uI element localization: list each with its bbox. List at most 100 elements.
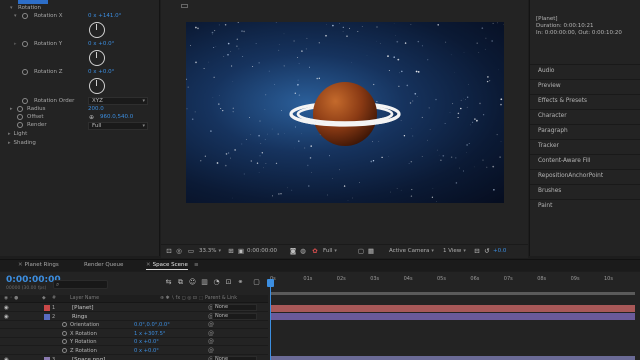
twirl-icon[interactable]: ▸ bbox=[8, 140, 11, 146]
panel-brushes[interactable]: Brushes bbox=[530, 184, 640, 199]
label-color-swatch[interactable] bbox=[44, 313, 50, 320]
stopwatch-icon[interactable] bbox=[22, 69, 28, 75]
stopwatch-icon[interactable] bbox=[17, 114, 23, 120]
pickwhip-icon[interactable]: @ bbox=[208, 321, 214, 329]
property-value[interactable]: 1 x +307.5° bbox=[134, 330, 165, 338]
shy-icon[interactable]: ☺ bbox=[188, 278, 197, 287]
resolution-select[interactable]: Full ▾ bbox=[323, 247, 337, 256]
label-color-swatch[interactable] bbox=[44, 356, 50, 360]
safe-zones-icon[interactable]: ▣ bbox=[237, 248, 245, 255]
panel-paint[interactable]: Paint bbox=[530, 199, 640, 214]
layer-duration-bar[interactable] bbox=[270, 313, 635, 321]
tab-planet-rings[interactable]: ✕ Planet Rings bbox=[18, 262, 59, 268]
panel-preview[interactable]: Preview bbox=[530, 79, 640, 94]
toggle-pixel-icon[interactable]: ⊟ bbox=[473, 248, 481, 255]
layer-name[interactable]: Rings bbox=[72, 313, 87, 321]
exposure-value[interactable]: +0.0 bbox=[493, 247, 506, 256]
stopwatch-icon[interactable] bbox=[62, 348, 67, 353]
link-icon[interactable]: ⚭ bbox=[236, 278, 245, 287]
panel-paragraph[interactable]: Paragraph bbox=[530, 124, 640, 139]
panel-repositionanchorpoint[interactable]: RepositionAnchorPoint bbox=[530, 169, 640, 184]
zoom-select[interactable]: 33.3% ▾ bbox=[199, 247, 221, 256]
visibility-eye-icon[interactable]: ◉ bbox=[4, 357, 9, 360]
comp-flowchart-icon[interactable] bbox=[181, 4, 188, 8]
stopwatch-icon[interactable] bbox=[17, 106, 23, 112]
work-area-bar[interactable] bbox=[270, 292, 635, 295]
time-ruler[interactable]: 0s01s02s03s04s05s06s07s08s09s10s bbox=[268, 276, 640, 286]
motion-blur-icon[interactable]: ◔ bbox=[212, 278, 221, 287]
property-row[interactable]: X Rotation 1 x +307.5° @ bbox=[0, 330, 268, 338]
snapshot-icon[interactable]: ◙ bbox=[289, 248, 297, 255]
stopwatch-icon[interactable] bbox=[22, 13, 28, 19]
grid-icon[interactable]: ⊞ bbox=[227, 248, 235, 255]
tab-menu-icon[interactable]: ≡ bbox=[194, 262, 199, 268]
panel-audio[interactable]: Audio bbox=[530, 64, 640, 79]
mask-icon[interactable]: ▭ bbox=[187, 248, 195, 255]
visibility-eye-icon[interactable]: ◉ bbox=[4, 305, 9, 311]
layer-name[interactable]: [Space.png] bbox=[72, 356, 105, 360]
color-channel-icon[interactable]: ✿ bbox=[311, 248, 319, 255]
visibility-eye-icon[interactable]: ◉ bbox=[4, 314, 9, 320]
comp-mini-flowchart-icon[interactable]: ⇆ bbox=[164, 278, 173, 287]
pickwhip-icon[interactable]: @ bbox=[208, 338, 214, 346]
property-row[interactable]: Z Rotation 0 x +0.0° @ bbox=[0, 347, 268, 355]
panel-tracker[interactable]: Tracker bbox=[530, 139, 640, 154]
tab-render-queue[interactable]: Render Queue bbox=[84, 262, 123, 268]
layer-row[interactable]: ◉ 3 [Space.png] @ None bbox=[0, 355, 268, 360]
stopwatch-icon[interactable] bbox=[22, 98, 28, 104]
region-of-interest-icon[interactable]: ▢ bbox=[357, 248, 365, 255]
twirl-open-icon[interactable]: ▾ bbox=[14, 13, 17, 19]
label-color-swatch[interactable] bbox=[44, 305, 50, 311]
property-value[interactable]: 0 x +0.0° bbox=[134, 338, 159, 346]
stopwatch-icon[interactable] bbox=[17, 122, 23, 128]
stopwatch-icon[interactable] bbox=[62, 322, 67, 328]
solo-icon[interactable]: ▢ bbox=[252, 278, 261, 287]
effect-row-rotation-y[interactable]: ▸ Rotation Y 0 x +0.0° bbox=[0, 40, 158, 49]
parent-select[interactable]: None bbox=[212, 312, 257, 320]
stopwatch-icon[interactable] bbox=[62, 330, 67, 336]
parent-select[interactable]: None bbox=[212, 304, 257, 311]
show-snapshot-icon[interactable]: ◍ bbox=[299, 248, 307, 255]
twirl-icon[interactable]: ▸ bbox=[14, 41, 17, 47]
layer-duration-bar[interactable] bbox=[270, 356, 635, 360]
reset-exposure-icon[interactable]: ↺ bbox=[483, 248, 491, 255]
layer-name[interactable]: [Planet] bbox=[72, 304, 94, 312]
panel-effects-presets[interactable]: Effects & Presets bbox=[530, 94, 640, 109]
effect-row-rotation-z[interactable]: Rotation Z 0 x +0.0° bbox=[0, 68, 158, 77]
camera-select[interactable]: Active Camera ▾ bbox=[389, 247, 434, 256]
crosshair-icon[interactable]: ⊕ bbox=[89, 114, 94, 121]
twirl-open-icon[interactable]: ▾ bbox=[10, 5, 13, 11]
property-row[interactable]: Y Rotation 0 x +0.0° @ bbox=[0, 338, 268, 347]
magnify-icon[interactable]: ◎ bbox=[175, 248, 183, 255]
pickwhip-icon[interactable]: @ bbox=[208, 347, 214, 355]
transparency-grid-icon[interactable]: ▦ bbox=[367, 248, 375, 255]
panel-character[interactable]: Character bbox=[530, 109, 640, 124]
property-value[interactable]: 0.0°,0.0°,0.0° bbox=[134, 321, 170, 329]
twirl-icon[interactable]: ▸ bbox=[10, 106, 13, 112]
layer-search-input[interactable]: ⌕ bbox=[53, 280, 108, 289]
rotation-y-dial[interactable] bbox=[89, 50, 105, 66]
view-layout-select[interactable]: 1 View ▾ bbox=[443, 247, 466, 256]
stopwatch-icon[interactable] bbox=[22, 41, 28, 47]
panel-content-aware-fill[interactable]: Content-Aware Fill bbox=[530, 154, 640, 169]
layer-duration-bar[interactable] bbox=[270, 304, 635, 312]
effect-section-shading[interactable]: ▸ Shading bbox=[8, 140, 36, 146]
render-select[interactable]: Full ▾ bbox=[88, 122, 148, 130]
stopwatch-icon[interactable] bbox=[62, 339, 67, 345]
rotation-x-dial[interactable] bbox=[89, 22, 105, 38]
layer-row[interactable]: ◉ 1 [Planet] @ None bbox=[0, 304, 268, 312]
playhead-line[interactable] bbox=[270, 279, 271, 360]
twirl-icon[interactable]: ▸ bbox=[8, 131, 11, 137]
graph-editor-icon[interactable]: ⊡ bbox=[224, 278, 233, 287]
rotation-order-select[interactable]: XYZ ▾ bbox=[88, 97, 148, 105]
effect-section-light[interactable]: ▸ Light bbox=[8, 131, 27, 137]
layer-row[interactable]: ◉ 2 Rings @ None bbox=[0, 312, 268, 321]
tab-space-scene[interactable]: ✕ Space Scene bbox=[146, 262, 188, 270]
frame-blending-icon[interactable]: ▥ bbox=[200, 278, 209, 287]
rotation-z-dial[interactable] bbox=[89, 78, 105, 94]
property-row[interactable]: Orientation 0.0°,0.0°,0.0° @ bbox=[0, 321, 268, 330]
pickwhip-icon[interactable]: @ bbox=[208, 330, 214, 338]
composition-canvas[interactable] bbox=[186, 22, 504, 203]
effect-row-rotation-x[interactable]: ▾ Rotation X 0 x +141.0° bbox=[0, 12, 158, 21]
draft-3d-icon[interactable]: ⧉ bbox=[176, 278, 185, 287]
